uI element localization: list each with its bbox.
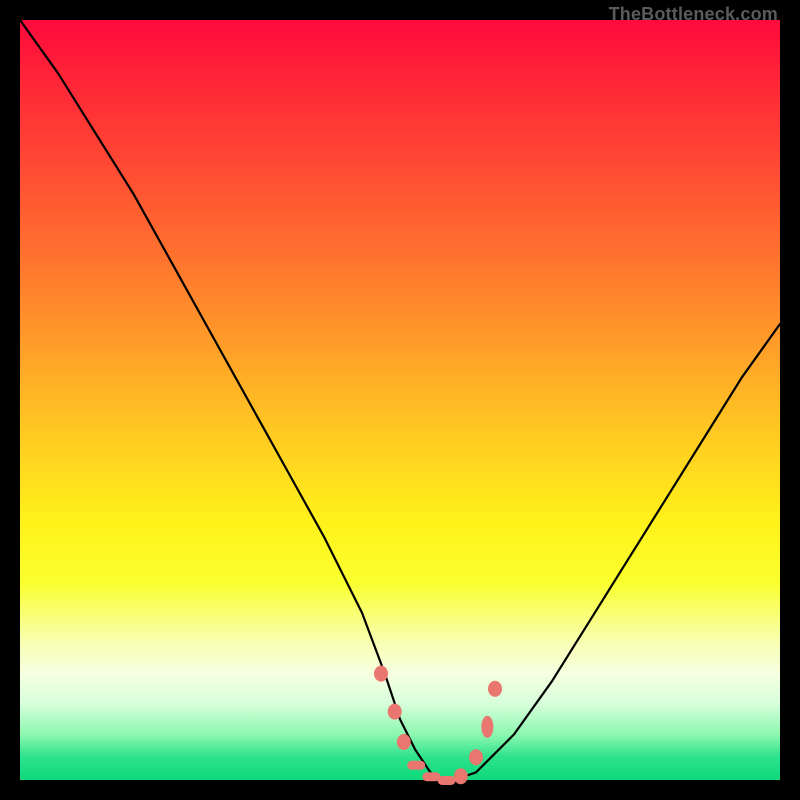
trough-marker [488, 681, 502, 697]
bottleneck-curve [20, 20, 780, 780]
trough-marker [407, 761, 425, 770]
trough-marker [469, 749, 483, 765]
series-line [20, 20, 780, 780]
trough-marker [481, 716, 493, 738]
trough-marker [397, 734, 411, 750]
trough-marker [388, 704, 402, 720]
trough-marker [454, 768, 468, 784]
trough-marker [374, 666, 388, 682]
trough-marker [438, 776, 456, 785]
chart-frame: TheBottleneck.com [20, 20, 780, 780]
